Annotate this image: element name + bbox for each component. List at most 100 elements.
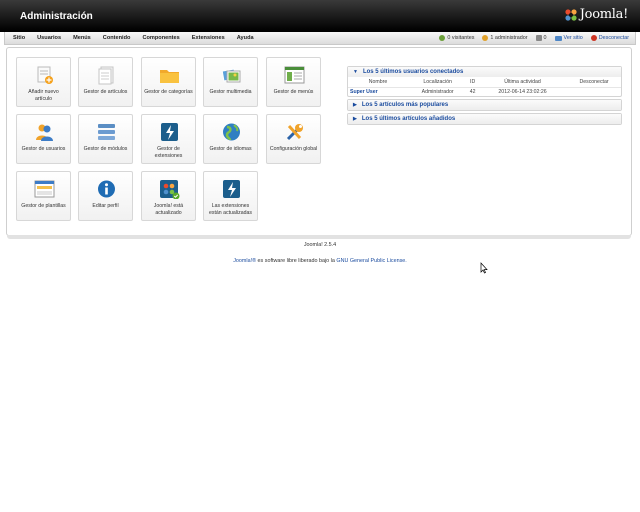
quickicon-label: Gestor de artículos: [83, 89, 128, 95]
latest-articles-module[interactable]: ▶ Los 5 últimos artículos añadidos: [347, 113, 622, 125]
extensions-icon: [161, 123, 178, 141]
column-header: Desconectar: [579, 78, 609, 85]
article-manager-icon: [98, 66, 114, 85]
admin-title: Administración: [20, 11, 93, 22]
menu-ayuda[interactable]: Ayuda: [237, 35, 254, 41]
cell-logout: [567, 86, 621, 96]
quickicon-modules[interactable]: Gestor de módulos: [78, 114, 133, 164]
popular-articles-title: Los 5 artículos más populares: [361, 102, 449, 108]
logged-users-table: Nombre Localización ID Última actividad Desc…: [348, 77, 621, 96]
tools-icon: [286, 124, 303, 141]
quickicon-new-article[interactable]: Añadir nuevo artículo: [16, 57, 71, 107]
latest-articles-title: Los 5 últimos artículos añadidos: [361, 116, 456, 122]
license-body: es software libre liberado bajo la: [256, 258, 337, 264]
messages-icon: [535, 35, 542, 41]
joomla-logo-text: Joomla!: [579, 7, 629, 22]
templates-icon: [34, 180, 55, 198]
cell-name[interactable]: Super User: [348, 86, 408, 96]
quickicon-folder[interactable]: Gestor de categorías: [141, 57, 196, 107]
quickicon-label: Gestor de extensiones: [154, 146, 183, 159]
cell-location: Administrador: [408, 86, 468, 96]
quickicon-info[interactable]: Editar perfil: [78, 171, 133, 221]
main-menu-bar: Sitio Usuarios Menús Contenido Componentes Ex…: [4, 32, 636, 45]
quickicon-label: Añadir nuevo artículo: [28, 89, 59, 102]
quickicon-label: Gestor de módulos: [83, 146, 128, 152]
visitors-status: 0 visitantes: [439, 35, 474, 41]
quickicon-extensions[interactable]: Gestor de extensiones: [141, 114, 196, 164]
messages-status[interactable]: 0: [535, 35, 547, 41]
quickicon-extensions-updated[interactable]: Las extensiones están actualizadas: [203, 171, 258, 221]
menu-sitio[interactable]: Sitio: [13, 35, 25, 41]
column-header: Última actividad: [504, 78, 541, 85]
info-icon: [98, 180, 115, 198]
menu-extensiones[interactable]: Extensiones: [192, 35, 225, 41]
cell-id: 42: [467, 86, 478, 96]
new-article-icon: [37, 66, 53, 84]
status-area: 0 visitantes 1 administrador 0 Ver sitio…: [431, 35, 629, 41]
menu-contenido[interactable]: Contenido: [103, 35, 131, 41]
logged-users-title: Los 5 últimos usuarios conectados: [362, 69, 464, 75]
version-text: Joomla! 2.5.4: [303, 242, 337, 248]
quickicon-tools[interactable]: Configuración global: [266, 114, 321, 164]
cell-last: 2012-06-14 23:02:26: [477, 86, 568, 96]
messages-count: 0: [543, 35, 547, 41]
quickicon-label: Joomla! está actualizado: [153, 203, 184, 216]
joomla-updated-icon: [160, 180, 180, 199]
collapsed-arrow-icon: ▶: [353, 116, 357, 122]
column-header: Nombre: [368, 78, 388, 85]
joomla-logo[interactable]: Joomla!: [564, 7, 628, 22]
visitors-icon: [439, 35, 446, 41]
admin-header: Administración Joomla!: [0, 0, 640, 32]
view-site-label: Ver sitio: [563, 35, 583, 41]
quickicon-label: Gestor de usuarios: [21, 146, 66, 152]
visitors-count: 0 visitantes: [447, 35, 475, 41]
folder-icon: [160, 70, 179, 83]
license-text: Joomla!® es software libre liberado bajo…: [0, 258, 640, 264]
menu-componentes[interactable]: Componentes: [142, 35, 179, 41]
quickicon-joomla-updated[interactable]: Joomla! está actualizado: [141, 171, 196, 221]
quickicon-templates[interactable]: Gestor de plantillas: [16, 171, 71, 221]
column-header: Localización: [423, 78, 452, 85]
extensions-updated-icon: [223, 180, 240, 198]
column-header: ID: [470, 78, 476, 85]
admins-status: 1 administrador: [482, 35, 528, 41]
gpl-link[interactable]: GNU General Public License.: [336, 258, 406, 264]
menu-manager-icon: [284, 66, 305, 84]
logout-link[interactable]: Desconectar: [590, 35, 629, 41]
menu-menus[interactable]: Menús: [73, 35, 91, 41]
logged-users-header[interactable]: ▼ Los 5 últimos usuarios conectados: [348, 67, 621, 77]
view-site-link[interactable]: Ver sitio: [554, 35, 583, 41]
quickicon-label: Configuración global: [269, 146, 318, 152]
quickicon-globe[interactable]: Gestor de idiomas: [203, 114, 258, 164]
quickicon-label: Gestor de menús: [273, 89, 314, 95]
quickicon-label: Gestor de categorías: [144, 89, 193, 95]
users-icon: [36, 124, 53, 141]
admins-count: 1 administrador: [490, 35, 528, 41]
expanded-arrow-icon: ▼: [353, 69, 358, 75]
quickicon-menu-manager[interactable]: Gestor de menús: [266, 57, 321, 107]
quickicon-label: Editar perfil: [92, 203, 119, 209]
popular-articles-header[interactable]: ▶ Los 5 artículos más populares: [348, 100, 621, 110]
popular-articles-module[interactable]: ▶ Los 5 artículos más populares: [347, 99, 622, 111]
collapsed-arrow-icon: ▶: [353, 102, 357, 108]
control-panel: Añadir nuevo artículo Gestor de artículos…: [6, 47, 632, 239]
latest-articles-header[interactable]: ▶ Los 5 últimos artículos añadidos: [348, 114, 621, 124]
quickicon-media[interactable]: Gestor multimedia: [203, 57, 258, 107]
quickicon-label: Las extensiones están actualizadas: [209, 203, 252, 216]
modules-icon: [98, 124, 115, 140]
logged-users-module: ▼ Los 5 últimos usuarios conectados Nombr…: [347, 66, 622, 97]
logout-label: Desconectar: [598, 35, 629, 41]
joomla-logo-icon: [565, 8, 577, 21]
globe-icon: [223, 123, 240, 141]
quickicon-users[interactable]: Gestor de usuarios: [16, 114, 71, 164]
table-row: Super User Administrador 42 2012-06-14 23:0…: [348, 86, 621, 96]
logout-icon: [590, 35, 597, 41]
joomla-link[interactable]: Joomla!®: [233, 258, 256, 264]
menu-usuarios[interactable]: Usuarios: [37, 35, 61, 41]
monitor-icon: [554, 35, 562, 41]
admin-user-icon: [482, 35, 489, 41]
quickicon-article-manager[interactable]: Gestor de artículos: [78, 57, 133, 107]
panel-bottom-edge: [7, 235, 631, 239]
quickicon-label: Gestor de idiomas: [209, 146, 252, 152]
media-icon: [221, 68, 241, 83]
